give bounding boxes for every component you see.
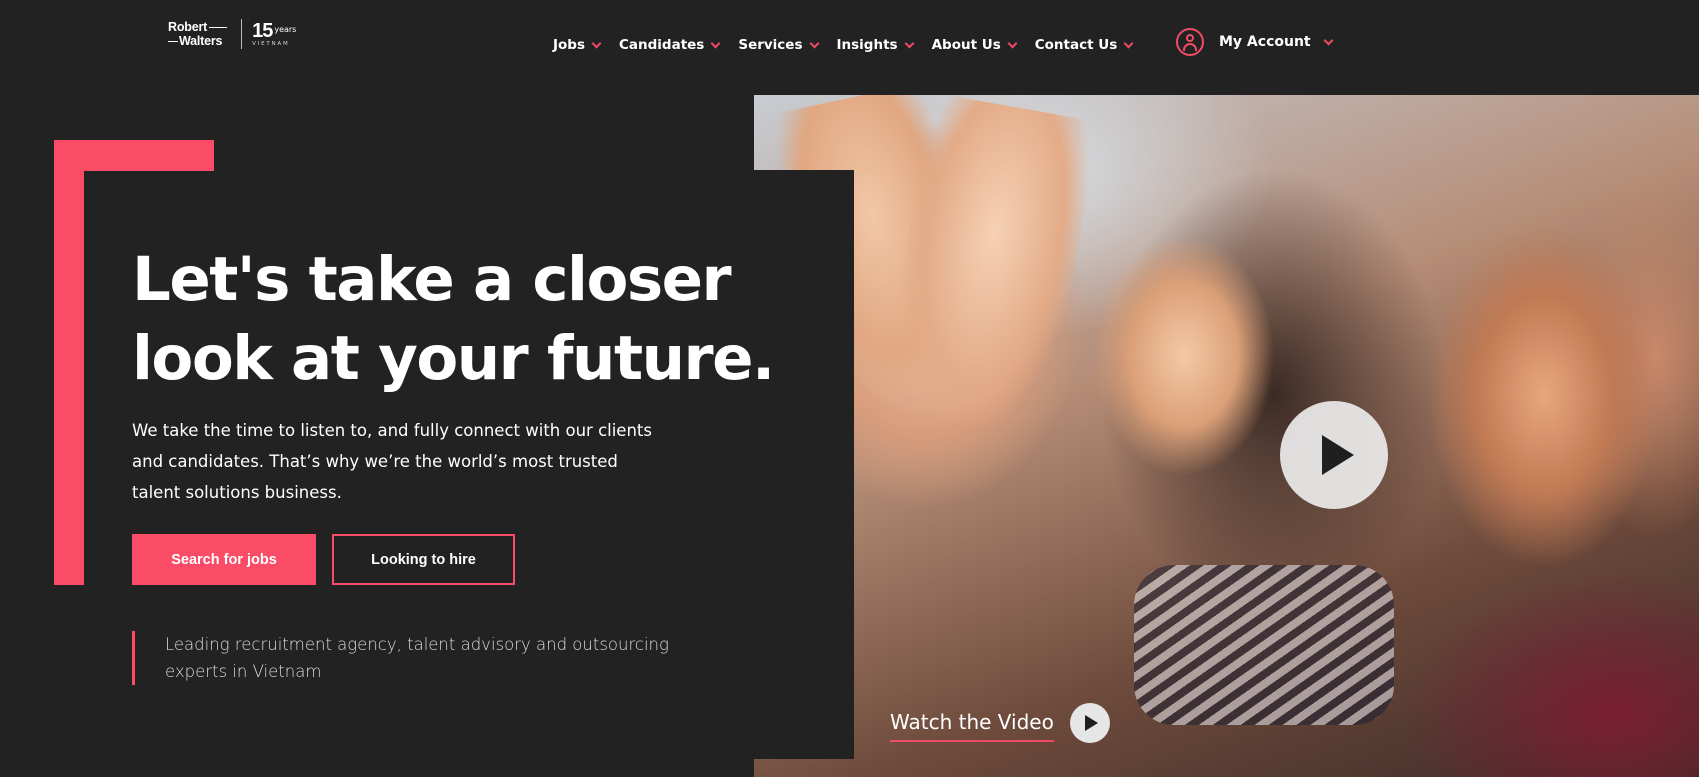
photo-striped-shirt bbox=[1134, 565, 1394, 725]
chevron-down-icon bbox=[1323, 35, 1334, 45]
hero-title: Let's take a closer look at your future. bbox=[132, 244, 775, 394]
play-icon bbox=[1069, 703, 1110, 743]
chevron-down-icon bbox=[1007, 38, 1018, 48]
logo-line-1: Robert bbox=[168, 20, 227, 34]
nav-item-contact-us[interactable]: Contact Us bbox=[1034, 37, 1134, 53]
country-label: VIETNAM bbox=[252, 40, 290, 47]
watch-video-label: Watch the Video bbox=[890, 710, 1054, 742]
play-video-button[interactable] bbox=[1280, 401, 1388, 509]
accent-bar-horizontal bbox=[54, 140, 214, 171]
my-account-menu[interactable]: My Account bbox=[1176, 27, 1334, 57]
my-account-label: My Account bbox=[1219, 34, 1311, 50]
anniversary-number: 15 bbox=[252, 19, 273, 42]
chevron-down-icon bbox=[591, 38, 602, 48]
accent-bar-vertical bbox=[54, 140, 84, 585]
user-circle-icon bbox=[1176, 28, 1204, 56]
nav-item-label: Insights bbox=[836, 37, 898, 53]
hero-photo: Watch the Video bbox=[754, 95, 1699, 777]
nav-item-label: About Us bbox=[931, 37, 1001, 53]
tagline-accent-bar bbox=[132, 631, 135, 685]
nav-item-candidates[interactable]: Candidates bbox=[619, 37, 721, 53]
anniversary-years-label: years bbox=[274, 24, 297, 34]
search-for-jobs-button[interactable]: Search for jobs bbox=[132, 534, 316, 585]
logo-line-2: Walters bbox=[168, 34, 227, 48]
tagline: Leading recruitment agency, talent advis… bbox=[165, 635, 669, 681]
nav-item-label: Jobs bbox=[553, 37, 585, 53]
site-header: Robert Walters 15 years VIETNAM Jobs Can… bbox=[0, 0, 1699, 95]
chevron-down-icon bbox=[710, 38, 721, 48]
main-nav: Jobs Candidates Services Insights About … bbox=[553, 30, 1151, 60]
nav-item-label: Candidates bbox=[619, 37, 705, 53]
looking-to-hire-button[interactable]: Looking to hire bbox=[332, 534, 515, 585]
nav-item-label: Contact Us bbox=[1034, 37, 1118, 53]
play-icon bbox=[1322, 435, 1354, 475]
anniversary-badge: 15 years VIETNAM bbox=[252, 21, 296, 48]
hero-description: We take the time to listen to, and fully… bbox=[132, 421, 652, 502]
chevron-down-icon bbox=[809, 38, 819, 48]
brand-logo[interactable]: Robert Walters 15 years VIETNAM bbox=[168, 19, 296, 49]
nav-item-insights[interactable]: Insights bbox=[836, 37, 915, 53]
nav-item-jobs[interactable]: Jobs bbox=[553, 37, 602, 53]
watch-video-link[interactable]: Watch the Video bbox=[890, 703, 1110, 743]
chevron-down-icon bbox=[904, 38, 915, 48]
logo-wordmark: Robert Walters bbox=[168, 20, 227, 48]
chevron-down-icon bbox=[1123, 38, 1134, 48]
nav-item-services[interactable]: Services bbox=[738, 37, 819, 53]
logo-divider bbox=[241, 19, 243, 49]
nav-item-label: Services bbox=[738, 37, 803, 53]
nav-item-about-us[interactable]: About Us bbox=[931, 37, 1018, 53]
